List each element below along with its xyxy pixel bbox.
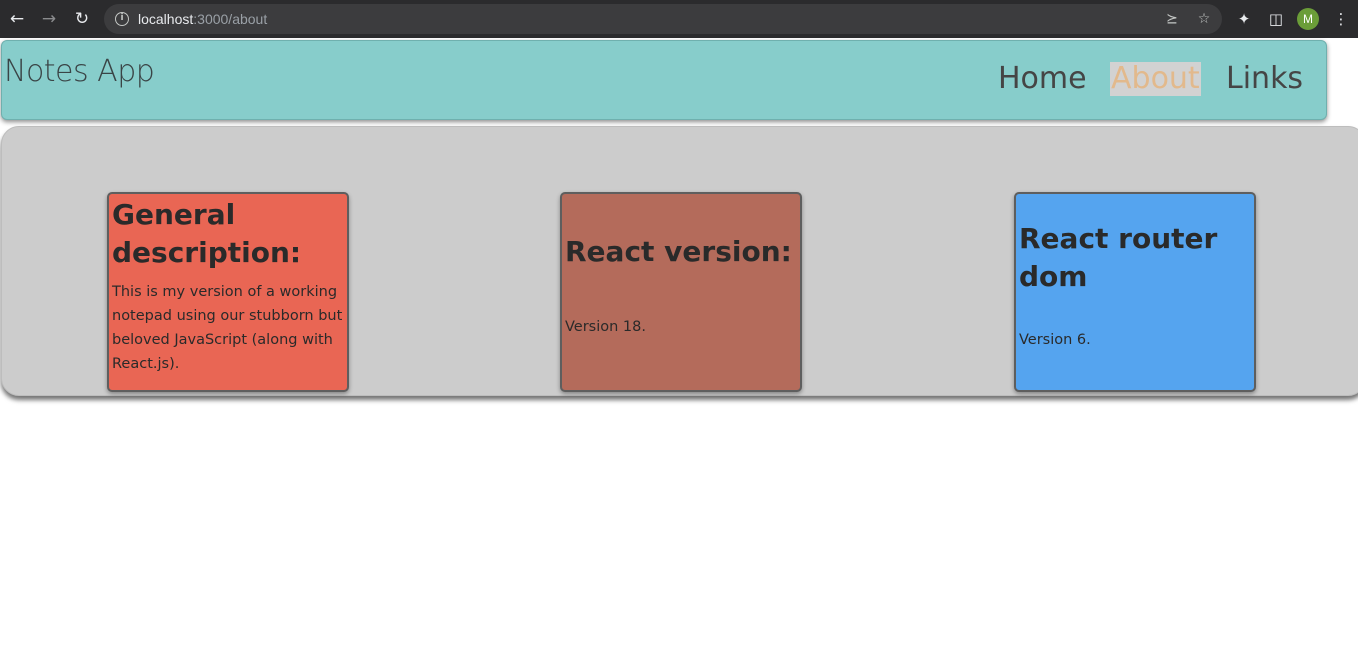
address-bar[interactable]: i localhost:3000/about ⪰ ☆: [104, 4, 1222, 34]
share-icon[interactable]: ⪰: [1162, 9, 1182, 29]
card-title: React version:: [565, 235, 792, 268]
card-react-version: React version: Version 18.: [560, 192, 802, 392]
reload-icon[interactable]: ↻: [71, 8, 93, 30]
app-header: Notes App Home About Links: [1, 40, 1327, 120]
star-icon[interactable]: ☆: [1194, 9, 1214, 29]
forward-icon[interactable]: →: [38, 8, 60, 30]
url-path: :3000/about: [193, 11, 268, 27]
side-panel-icon[interactable]: ◫: [1265, 8, 1287, 30]
nav-about-link[interactable]: About: [1110, 62, 1201, 96]
card-title: React router dom: [1019, 222, 1218, 293]
url-host: localhost: [138, 11, 194, 27]
menu-icon[interactable]: ⋮: [1330, 8, 1352, 30]
card-general-description: General description: This is my version …: [107, 192, 349, 392]
extensions-icon[interactable]: ✦: [1233, 8, 1255, 30]
nav-links-link[interactable]: Links: [1226, 61, 1303, 96]
card-text: Version 6.: [1019, 332, 1091, 348]
app-title: Notes App: [4, 54, 155, 89]
nav-home-link[interactable]: Home: [998, 61, 1087, 96]
card-text: This is my version of a working notepad …: [112, 284, 343, 372]
card-title: General description:: [112, 198, 302, 269]
info-icon[interactable]: i: [115, 12, 129, 26]
browser-toolbar: ← → ↻ i localhost:3000/about ⪰ ☆ ✦ ◫ M ⋮: [0, 0, 1358, 38]
about-panel: General description: This is my version …: [1, 126, 1358, 396]
card-text: Version 18.: [565, 319, 646, 335]
url-text[interactable]: localhost:3000/about: [138, 11, 267, 27]
card-react-router-dom: React router dom Version 6.: [1014, 192, 1256, 392]
avatar[interactable]: M: [1297, 8, 1319, 30]
back-icon[interactable]: ←: [6, 8, 28, 30]
